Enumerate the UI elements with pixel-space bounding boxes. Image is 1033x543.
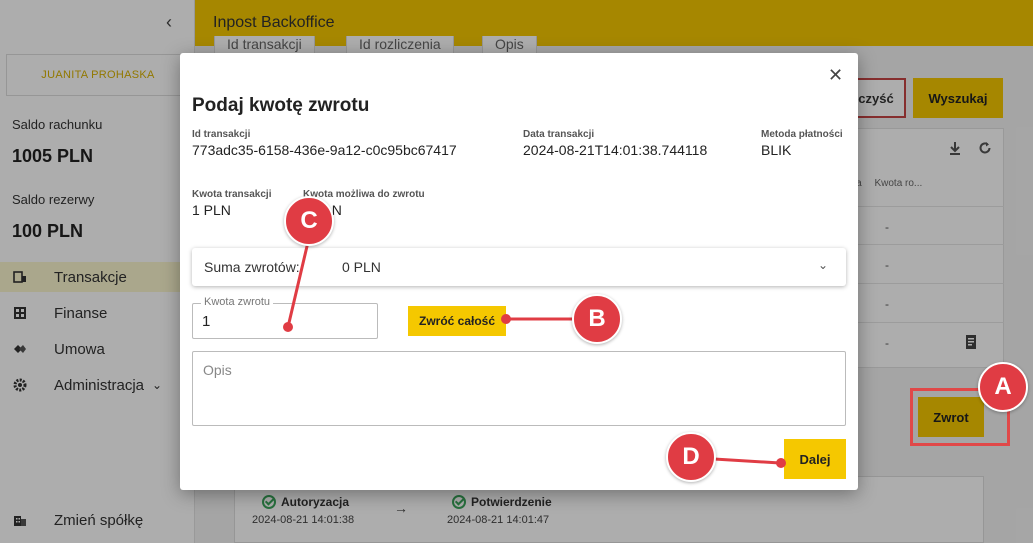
annotation-marker-c: C — [284, 196, 334, 246]
annotation-lines — [286, 241, 781, 465]
annotation-marker-d: D — [666, 432, 716, 482]
annotation-dot — [283, 322, 293, 332]
annotation-dot — [501, 314, 511, 324]
annotation-marker-b: B — [572, 294, 622, 344]
annotation-marker-a: A — [978, 362, 1028, 412]
annotation-dot — [776, 458, 786, 468]
